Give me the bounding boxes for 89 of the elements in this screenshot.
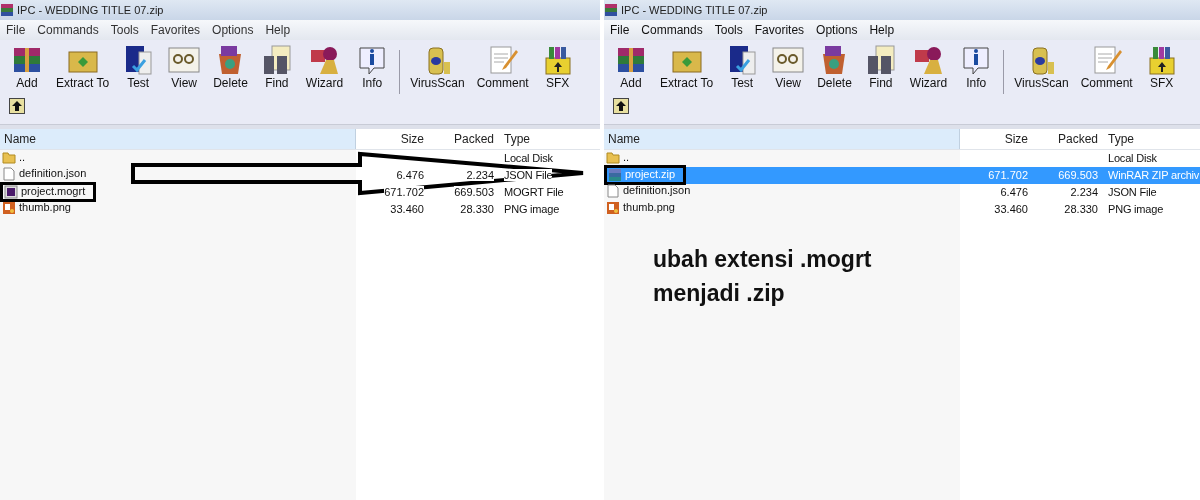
- column-header[interactable]: Type: [1104, 129, 1200, 149]
- menu-item[interactable]: Favorites: [144, 23, 207, 37]
- file-name: thumb.png: [623, 200, 675, 216]
- menu-item[interactable]: Favorites: [748, 23, 811, 37]
- packed-cell: 2.234: [466, 169, 494, 181]
- toolbar-button[interactable]: Delete: [811, 44, 858, 90]
- file-row[interactable]: .. Local Disk: [604, 150, 1200, 167]
- menu-item[interactable]: Commands: [31, 23, 105, 37]
- toolbar-button[interactable]: View: [765, 44, 812, 90]
- menu-item[interactable]: Options: [810, 23, 864, 37]
- type-cell: Local Disk: [1108, 152, 1157, 164]
- menu-item[interactable]: File: [604, 23, 636, 37]
- annotation-text: ubah extensi .mogrt: [653, 245, 872, 274]
- packed-cell: 28.330: [1064, 203, 1098, 215]
- window-title: IPC - WEDDING TITLE 07.zip: [621, 4, 768, 16]
- menu-item[interactable]: File: [0, 23, 32, 37]
- toolbar-button[interactable]: Delete: [207, 44, 254, 90]
- file-name: definition.json: [623, 183, 691, 199]
- toolbar-button[interactable]: VirusScan: [1008, 44, 1075, 90]
- toolbar-button[interactable]: Add: [608, 44, 654, 90]
- up-folder-button[interactable]: [613, 98, 629, 114]
- toolbar-button[interactable]: Comment: [1074, 44, 1139, 90]
- column-header[interactable]: Packed: [428, 129, 500, 149]
- file-name: definition.json: [19, 166, 87, 182]
- file-icon: [4, 184, 18, 199]
- toolbar-button[interactable]: Wizard: [299, 44, 350, 90]
- file-name: ..: [19, 149, 26, 165]
- toolbar-button[interactable]: Info: [349, 44, 396, 90]
- toolbar-button[interactable]: SFX: [534, 44, 581, 90]
- toolbar-button[interactable]: Wizard: [903, 44, 954, 90]
- packed-cell: 28.330: [460, 203, 494, 215]
- file-row[interactable]: definition.json 6.476 2.234 JSON File: [0, 167, 600, 184]
- books-icon: [608, 167, 622, 182]
- toolbar-button[interactable]: Add: [4, 44, 50, 90]
- file-row[interactable]: thumb.png 33.460 28.330 PNG image: [604, 201, 1200, 218]
- toolbar-button[interactable]: Find: [857, 44, 904, 90]
- menu-item[interactable]: Help: [259, 23, 297, 37]
- size-cell: 6.476: [396, 169, 424, 181]
- size-cell: 33.460: [994, 203, 1028, 215]
- toolbar-button[interactable]: Find: [253, 44, 300, 90]
- window-title: IPC - WEDDING TITLE 07.zip: [17, 4, 164, 16]
- toolbar-button[interactable]: Test: [719, 44, 766, 90]
- toolbar-button[interactable]: Info: [953, 44, 1000, 90]
- type-cell: WinRAR ZIP archiv: [1108, 169, 1200, 181]
- type-cell: PNG image: [504, 203, 560, 215]
- type-cell: PNG image: [1108, 203, 1164, 215]
- menu-item[interactable]: Help: [863, 23, 901, 37]
- menu-item[interactable]: Tools: [104, 23, 145, 37]
- glasses-icon: [167, 44, 202, 76]
- file-name: project.zip: [625, 167, 676, 182]
- file-row[interactable]: .. Local Disk: [0, 150, 600, 167]
- toolbar-button[interactable]: Extract To: [654, 44, 720, 90]
- toolbar-button[interactable]: View: [161, 44, 208, 90]
- file-row[interactable]: definition.json 6.476 2.234 JSON File: [604, 184, 1200, 201]
- toolbar-button[interactable]: Extract To: [50, 44, 116, 90]
- size-cell: 671.702: [384, 186, 424, 198]
- menu-item[interactable]: Options: [206, 23, 260, 37]
- menu-item[interactable]: Commands: [635, 23, 709, 37]
- toolbar-button[interactable]: Test: [115, 44, 162, 90]
- file-row[interactable]: project.mogrt 671.702 669.503 MOGRT File: [0, 184, 600, 201]
- menu-item[interactable]: Tools: [708, 23, 749, 37]
- file-row[interactable]: thumb.png 33.460 28.330 PNG image: [0, 201, 600, 218]
- books-icon: [0, 3, 14, 17]
- column-header[interactable]: Type: [500, 129, 600, 149]
- packed-cell: 2.234: [1070, 186, 1098, 198]
- type-cell: Local Disk: [504, 152, 553, 164]
- column-header[interactable]: Size: [356, 129, 428, 149]
- size-cell: 33.460: [390, 203, 424, 215]
- column-header[interactable]: Size: [960, 129, 1032, 149]
- file-name: thumb.png: [19, 200, 71, 216]
- column-header[interactable]: Name: [604, 129, 960, 149]
- type-cell: JSON File: [504, 169, 553, 181]
- packed-cell: 669.503: [1058, 169, 1098, 181]
- up-folder-button[interactable]: [9, 98, 25, 114]
- size-cell: 671.702: [988, 169, 1028, 181]
- file-name: project.mogrt: [21, 184, 86, 199]
- annotation-text: menjadi .zip: [653, 279, 786, 308]
- size-cell: 6.476: [1000, 186, 1028, 198]
- type-cell: MOGRT File: [504, 186, 564, 198]
- toolbar-button[interactable]: VirusScan: [404, 44, 471, 90]
- packed-cell: 669.503: [454, 186, 494, 198]
- toolbar-button[interactable]: Comment: [470, 44, 535, 90]
- glasses-icon: [771, 44, 806, 76]
- file-name: ..: [623, 149, 630, 165]
- type-cell: JSON File: [1108, 186, 1157, 198]
- toolbar-button[interactable]: SFX: [1138, 44, 1185, 90]
- column-header[interactable]: Packed: [1032, 129, 1104, 149]
- books-icon: [604, 3, 618, 17]
- column-header[interactable]: Name: [0, 129, 356, 149]
